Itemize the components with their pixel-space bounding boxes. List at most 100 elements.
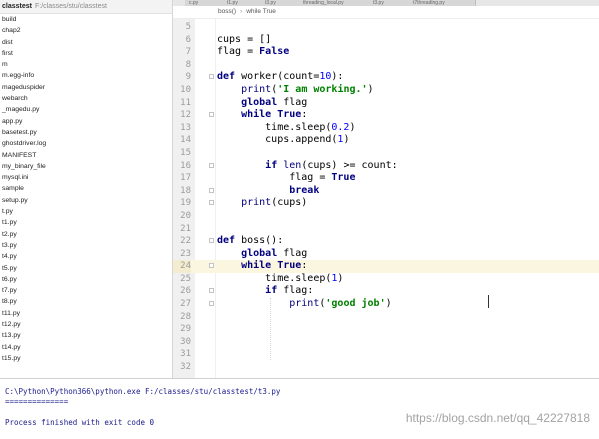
fold-marker-icon[interactable]	[209, 238, 214, 244]
code-line[interactable]: 26 if flag:	[173, 285, 599, 298]
file-tree-item[interactable]: build	[2, 14, 172, 25]
line-number[interactable]: 17	[173, 172, 191, 185]
fold-marker-icon[interactable]	[209, 162, 214, 168]
file-tree-item[interactable]: chap2	[2, 25, 172, 36]
fold-marker-icon[interactable]	[209, 288, 214, 294]
line-number[interactable]: 25	[173, 273, 191, 286]
code-line[interactable]: 19 print(cups)	[173, 197, 599, 210]
breadcrumb-item-block[interactable]: while True	[246, 8, 276, 15]
code-line[interactable]: 29	[173, 323, 599, 336]
line-number[interactable]: 26	[173, 285, 191, 298]
file-tree-item[interactable]: t12.py	[2, 319, 172, 330]
line-number[interactable]: 23	[173, 248, 191, 261]
code-line[interactable]: 27 print('good job')	[173, 298, 599, 311]
file-tree-item[interactable]: ghostdriver.log	[2, 138, 172, 149]
line-number[interactable]: 7	[173, 46, 191, 59]
line-number[interactable]: 9	[173, 71, 191, 84]
line-number[interactable]: 11	[173, 97, 191, 110]
breadcrumb-item-function[interactable]: boss()	[218, 8, 236, 15]
file-tree-item[interactable]: t.py	[2, 206, 172, 217]
code-line[interactable]: 13 time.sleep(0.2)	[173, 122, 599, 135]
file-tree-item[interactable]: webarch	[2, 93, 172, 104]
file-tree-item[interactable]: t2.py	[2, 229, 172, 240]
fold-marker-icon[interactable]	[209, 200, 214, 206]
code-line[interactable]: 14 cups.append(1)	[173, 134, 599, 147]
code-line[interactable]: 23 global flag	[173, 248, 599, 261]
file-tree-item[interactable]: m	[2, 59, 172, 70]
file-tree-item[interactable]: dist	[2, 37, 172, 48]
file-tree-item[interactable]: t7.py	[2, 285, 172, 296]
editor-tab[interactable]: t7threading.py	[409, 0, 476, 6]
file-tree-item[interactable]: t6.py	[2, 274, 172, 285]
line-number[interactable]: 29	[173, 323, 191, 336]
code-line[interactable]: 10 print('I am working.')	[173, 84, 599, 97]
editor-tab[interactable]: threading_local.py	[299, 0, 370, 6]
file-tree-item[interactable]: t1.py	[2, 217, 172, 228]
fold-marker-icon[interactable]	[209, 263, 214, 269]
file-tree-item[interactable]: t15.py	[2, 353, 172, 364]
code-line[interactable]: 24 while True:	[173, 260, 599, 273]
file-tree-item[interactable]: t5.py	[2, 263, 172, 274]
code-line[interactable]: 25 time.sleep(1)	[173, 273, 599, 286]
code-line[interactable]: 8	[173, 59, 599, 72]
fold-marker-icon[interactable]	[209, 112, 214, 118]
file-tree-item[interactable]: mageduspider	[2, 82, 172, 93]
file-tree-item[interactable]: sample	[2, 183, 172, 194]
code-line[interactable]: 9 def worker(count=10):	[173, 71, 599, 84]
line-number[interactable]: 10	[173, 84, 191, 97]
code-line[interactable]: 20	[173, 210, 599, 223]
run-console[interactable]: C:\Python\Python366\python.exe F:/classe…	[0, 378, 599, 439]
line-number[interactable]: 30	[173, 336, 191, 349]
file-tree-item[interactable]: mysql.ini	[2, 172, 172, 183]
code-line[interactable]: 17 flag = True	[173, 172, 599, 185]
file-tree-item[interactable]: basetest.py	[2, 127, 172, 138]
file-tree-item[interactable]: t3.py	[2, 240, 172, 251]
editor-tab[interactable]: t3.py	[261, 0, 300, 6]
code-line[interactable]: 22 def boss():	[173, 235, 599, 248]
file-tree-item[interactable]: t13.py	[2, 330, 172, 341]
code-line[interactable]: 28	[173, 311, 599, 324]
file-tree-item[interactable]: _magedu.py	[2, 104, 172, 115]
line-number[interactable]: 6	[173, 34, 191, 47]
code-line[interactable]: 21	[173, 223, 599, 236]
code-line[interactable]: 15	[173, 147, 599, 160]
project-root-header[interactable]: classtest F:/classes/stu/classtest	[0, 0, 172, 14]
line-number[interactable]: 32	[173, 361, 191, 374]
file-tree-item[interactable]: t8.py	[2, 296, 172, 307]
file-tree-item[interactable]: t11.py	[2, 308, 172, 319]
line-number[interactable]: 5	[173, 21, 191, 34]
file-tree-item[interactable]: first	[2, 48, 172, 59]
line-number[interactable]: 20	[173, 210, 191, 223]
code-area[interactable]: 5 6 cups = [] 7 flag = False 8 9 def worker(cou…	[173, 21, 599, 374]
line-number[interactable]: 21	[173, 223, 191, 236]
file-tree-item[interactable]: my_binary_file	[2, 161, 172, 172]
code-line[interactable]: 6 cups = []	[173, 34, 599, 47]
code-line[interactable]: 12 while True:	[173, 109, 599, 122]
line-number[interactable]: 16	[173, 160, 191, 173]
line-number[interactable]: 15	[173, 147, 191, 160]
fold-marker-icon[interactable]	[209, 301, 214, 307]
code-line[interactable]: 16 if len(cups) >= count:	[173, 160, 599, 173]
line-number[interactable]: 31	[173, 348, 191, 361]
code-line[interactable]: 30	[173, 336, 599, 349]
editor-tab[interactable]: t3.py	[369, 0, 410, 6]
file-tree-item[interactable]: t4.py	[2, 251, 172, 262]
file-tree-item[interactable]: app.py	[2, 116, 172, 127]
code-line[interactable]: 31	[173, 348, 599, 361]
line-number[interactable]: 24	[173, 260, 191, 273]
code-editor[interactable]: c.py t1.py t3.py threading_local.py t3.py t7t…	[173, 0, 599, 378]
line-number[interactable]: 19	[173, 197, 191, 210]
code-line[interactable]: 18 break	[173, 185, 599, 198]
code-line[interactable]: 11 global flag	[173, 97, 599, 110]
line-number[interactable]: 12	[173, 109, 191, 122]
editor-tab[interactable]: t1.py	[223, 0, 262, 6]
line-number[interactable]: 14	[173, 134, 191, 147]
line-number[interactable]: 8	[173, 59, 191, 72]
line-number[interactable]: 27	[173, 298, 191, 311]
line-number[interactable]: 13	[173, 122, 191, 135]
file-tree-item[interactable]: t14.py	[2, 342, 172, 353]
code-line[interactable]: 7 flag = False	[173, 46, 599, 59]
line-number[interactable]: 18	[173, 185, 191, 198]
file-tree-item[interactable]: MANIFEST	[2, 150, 172, 161]
line-number[interactable]: 22	[173, 235, 191, 248]
